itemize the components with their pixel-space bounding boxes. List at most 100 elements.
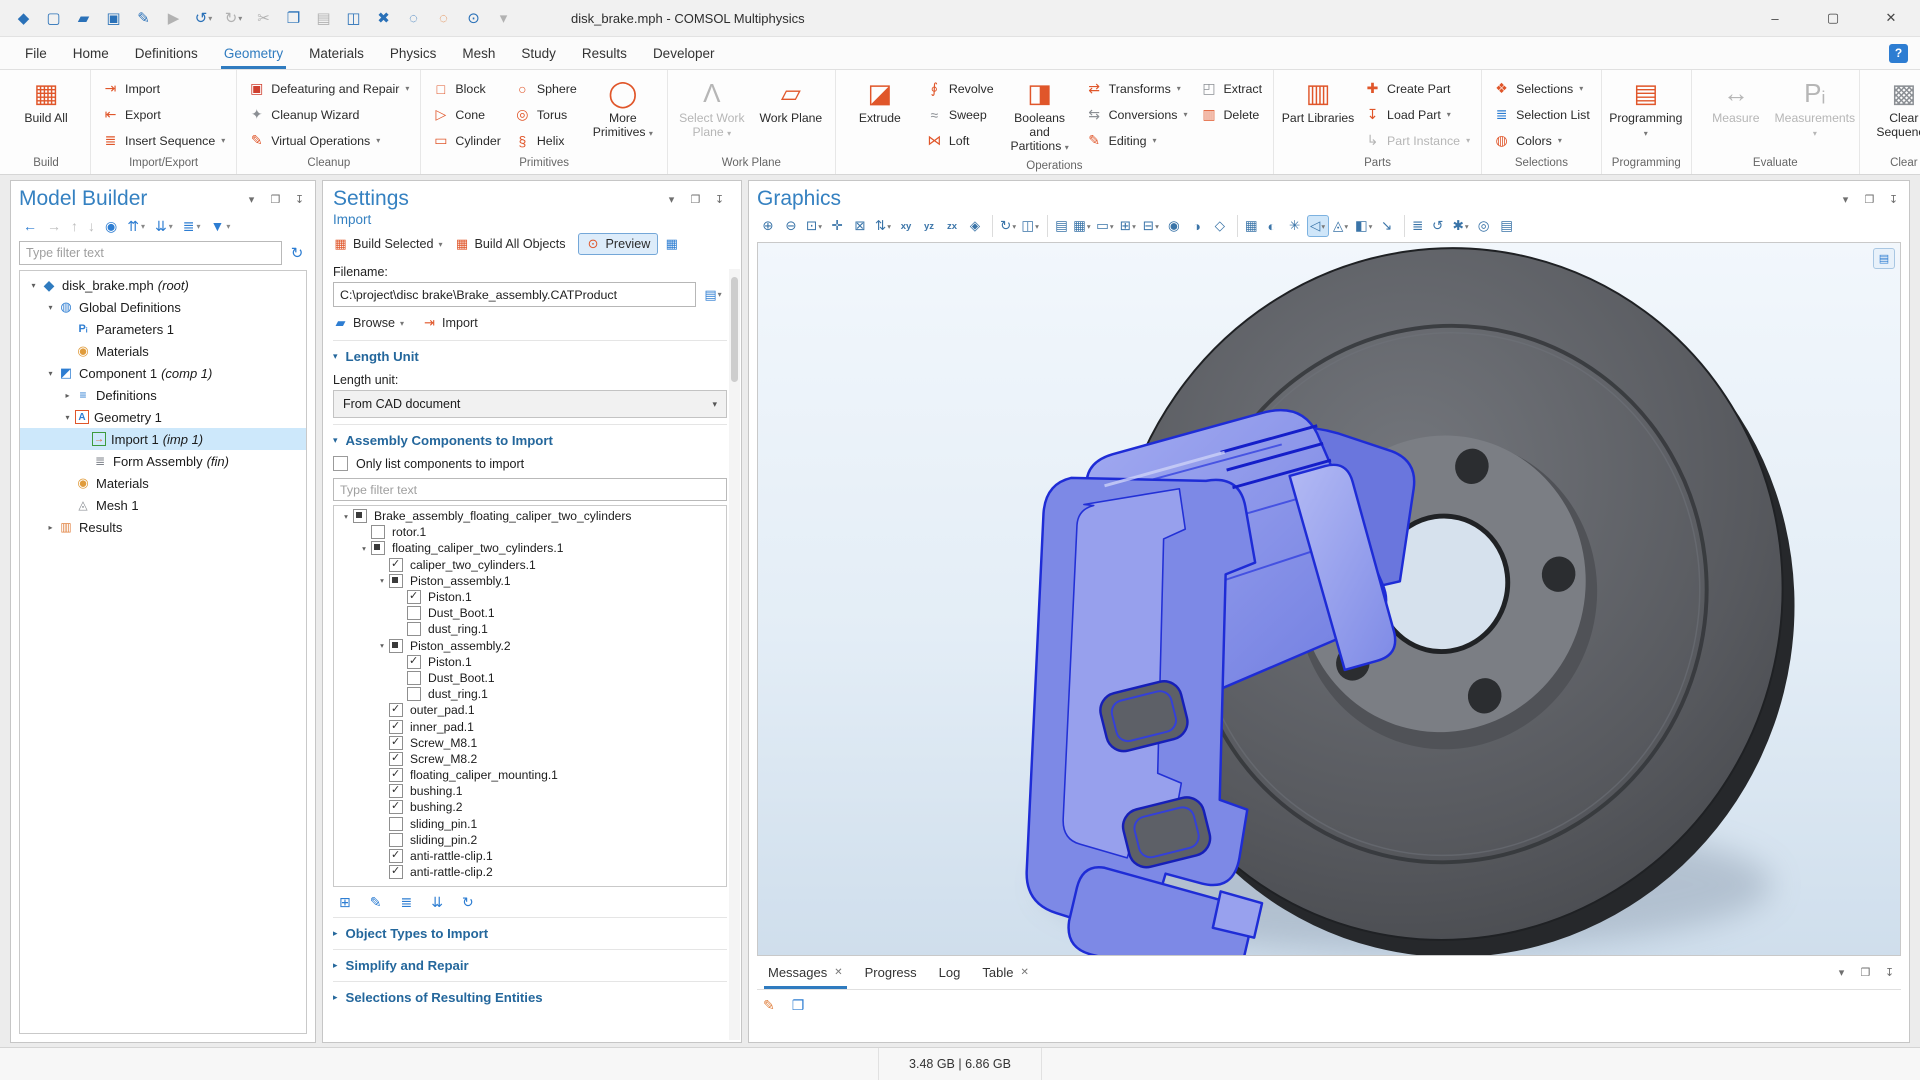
component-checkbox[interactable]	[389, 849, 403, 863]
deselect-box-icon[interactable]: ◌▾	[430, 5, 457, 31]
canvas-context-menu-icon[interactable]: ▤	[1873, 248, 1895, 269]
helix-button[interactable]: §Helix	[509, 128, 582, 153]
insert-sequence-button[interactable]: ≣Insert Sequence▾	[97, 128, 230, 153]
filename-options-button[interactable]: ▤▾	[699, 282, 727, 307]
update-view-icon[interactable]: ↻▾	[992, 215, 1018, 237]
component-tree-item[interactable]: anti-rattle-clip.2	[334, 864, 726, 880]
float-panel-icon[interactable]: ❐	[1862, 192, 1877, 207]
build-all-button[interactable]: ▦Build All	[8, 74, 84, 155]
model-tree-item[interactable]: ▾ A Geometry 1	[20, 406, 306, 428]
new-file-icon[interactable]: ▢▾	[40, 5, 67, 31]
only-list-checkbox[interactable]	[333, 456, 348, 471]
model-tree-item[interactable]: → Import 1 (imp 1)	[20, 428, 306, 450]
editing-button[interactable]: ✎Editing▾	[1081, 128, 1193, 153]
create-part-button[interactable]: ✚Create Part	[1359, 76, 1475, 101]
component-tree-item[interactable]: anti-rattle-clip.1	[334, 848, 726, 864]
menu-tab[interactable]: Home	[60, 37, 122, 69]
save-icon[interactable]: ▣▾	[100, 5, 127, 31]
component-tree-item[interactable]: bushing.2	[334, 799, 726, 815]
measure-3d-icon[interactable]: ↘▾	[1376, 215, 1398, 237]
scrollbar-thumb[interactable]	[731, 277, 738, 382]
build-selected-button[interactable]: ▦Build Selected▾	[333, 236, 443, 252]
tree-expander[interactable]: ▾	[43, 303, 58, 312]
collapse-panel-icon[interactable]: ▾	[1838, 192, 1853, 207]
component-checkbox[interactable]	[389, 558, 403, 572]
rotate-view-icon[interactable]: ↺▾	[1427, 215, 1449, 237]
measure-button[interactable]: ↔Measure	[1698, 74, 1774, 155]
zoom-out-icon[interactable]: ⊖▾	[780, 215, 802, 237]
conversions-button[interactable]: ⇆Conversions▾	[1081, 102, 1193, 127]
select-box-icon[interactable]: ◌▾	[400, 5, 427, 31]
preview-button[interactable]: ⊙Preview	[578, 233, 659, 255]
component-tree-item[interactable]: Screw_M8.1	[334, 735, 726, 751]
component-tree-item[interactable]: ▾ Brake_assembly_floating_caliper_two_cy…	[334, 508, 726, 524]
tree-expander[interactable]: ▾	[43, 369, 58, 378]
part-instance-button[interactable]: ↳Part Instance▾	[1359, 128, 1475, 153]
physics-symbols-icon[interactable]: ◬▾	[1330, 215, 1352, 237]
message-cursor-icon[interactable]: ✎	[759, 994, 779, 1016]
expand-tree-icon[interactable]: ⇊	[427, 893, 447, 911]
selection-highlight-icon[interactable]: ◁▾	[1307, 215, 1329, 237]
components-filter-input[interactable]	[333, 478, 727, 501]
sweep-button[interactable]: ≈Sweep	[921, 102, 999, 127]
collapsed-section-header[interactable]: ▸Object Types to Import	[333, 917, 727, 949]
move-down-icon[interactable]: ↓▾	[84, 215, 99, 237]
check-selected-icon[interactable]: ⊞	[335, 893, 355, 911]
component-tree-item[interactable]: inner_pad.1	[334, 718, 726, 734]
cylinder-button[interactable]: ▭Cylinder	[427, 128, 505, 153]
model-tree-item[interactable]: ◉ Materials	[20, 340, 306, 362]
tree-expander[interactable]: ▾	[339, 512, 353, 521]
pin-panel-icon[interactable]: ↧	[1886, 192, 1901, 207]
component-checkbox[interactable]	[389, 752, 403, 766]
yz-view-icon[interactable]: yz▾	[918, 215, 940, 237]
deselect-mode-icon[interactable]: ⊟▾	[1140, 215, 1162, 237]
graphics-canvas[interactable]: ▤	[757, 242, 1901, 956]
settings-scrollbar[interactable]	[729, 269, 740, 1040]
pin-panel-icon[interactable]: ↧	[292, 192, 307, 207]
customize-quick-access-icon[interactable]: ▾▾	[490, 5, 517, 31]
print-graphics-icon[interactable]: ▤▾	[1496, 215, 1518, 237]
image-snapshot-icon[interactable]: ◫▾	[1019, 215, 1041, 237]
wireframe-icon[interactable]: ◇▾	[1209, 215, 1231, 237]
import-button[interactable]: ⇥Import	[97, 76, 230, 101]
menu-tab[interactable]: Mesh	[449, 37, 508, 69]
cut-icon[interactable]: ✂▾	[250, 5, 277, 31]
model-tree-node-text-icon[interactable]: ≣▾	[179, 215, 205, 237]
component-checkbox[interactable]	[371, 541, 385, 555]
print-icon[interactable]: ▤▾	[1047, 215, 1070, 237]
clear-sequence-button[interactable]: ▩Clear Sequence	[1866, 74, 1920, 155]
default-view-icon[interactable]: ◈▾	[964, 215, 986, 237]
float-panel-icon[interactable]: ❐	[1858, 965, 1873, 980]
pan-icon[interactable]: ✛▾	[826, 215, 848, 237]
selection-list-button[interactable]: ≣Selection List	[1488, 102, 1595, 127]
tree-expander[interactable]: ▾	[375, 576, 389, 585]
component-tree-item[interactable]: Piston.1	[334, 654, 726, 670]
menu-tab[interactable]: Results	[569, 37, 640, 69]
component-tree-item[interactable]: Piston.1	[334, 589, 726, 605]
filename-input[interactable]	[333, 282, 696, 307]
programming-button[interactable]: ▤Programming▾	[1608, 74, 1684, 155]
maximize-button[interactable]: ▢	[1804, 0, 1862, 36]
find-icon[interactable]: ⊙▾	[460, 5, 487, 31]
menu-tab[interactable]: Study	[508, 37, 569, 69]
assembly-components-section-header[interactable]: ▾Assembly Components to Import	[333, 424, 727, 454]
transparency-icon[interactable]: ◑▾	[1186, 215, 1208, 237]
length-unit-select[interactable]: From CAD document▾	[333, 390, 727, 418]
measurements-button[interactable]: PᵢMeasurements▾	[1777, 74, 1853, 155]
move-up-icon[interactable]: ↑▾	[67, 215, 82, 237]
collapse-panel-icon[interactable]: ▾	[244, 192, 259, 207]
component-checkbox[interactable]	[407, 687, 421, 701]
work-plane-button[interactable]: ▱Work Plane	[753, 74, 829, 155]
collapsed-section-header[interactable]: ▸Simplify and Repair	[333, 949, 727, 981]
loft-button[interactable]: ⋈Loft	[921, 128, 999, 153]
delete-icon[interactable]: ✖▾	[370, 5, 397, 31]
component-checkbox[interactable]	[371, 525, 385, 539]
component-tree-item[interactable]: caliper_two_cylinders.1	[334, 557, 726, 573]
selections-button[interactable]: ❖Selections▾	[1488, 76, 1595, 101]
length-unit-section-header[interactable]: ▾Length Unit	[333, 340, 727, 370]
virtual-operations-button[interactable]: ✎Virtual Operations▾	[243, 128, 414, 153]
component-tree-item[interactable]: ▾ floating_caliper_two_cylinders.1	[334, 540, 726, 556]
component-tree-item[interactable]: floating_caliper_mounting.1	[334, 767, 726, 783]
model-tree-item[interactable]: ▾ ◆ disk_brake.mph (root)	[20, 274, 306, 296]
model-tree-item[interactable]: ▾ ◍ Global Definitions	[20, 296, 306, 318]
